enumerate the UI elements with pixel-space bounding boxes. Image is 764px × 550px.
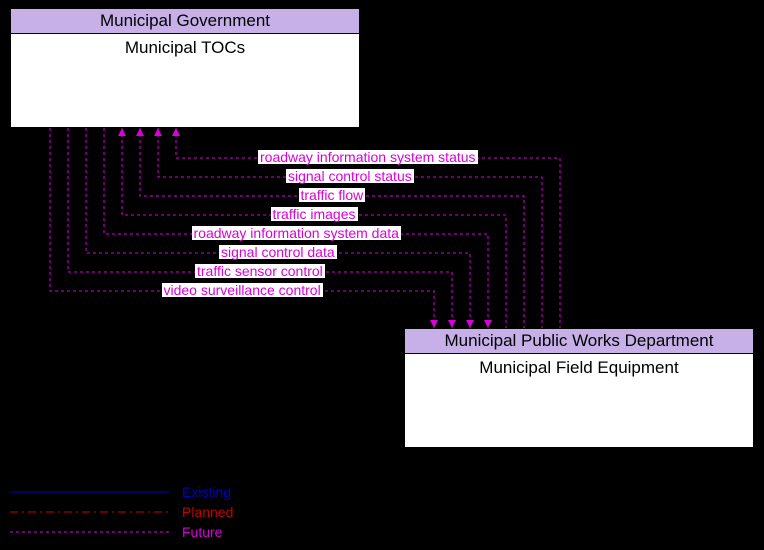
entity-box-bottom-header: Municipal Public Works Department	[405, 329, 753, 354]
flow-label: traffic sensor control	[195, 264, 325, 278]
legend-row-existing: Existing	[10, 482, 233, 502]
legend-row-planned: Planned	[10, 502, 233, 522]
legend-row-future: Future	[10, 522, 233, 542]
legend: Existing Planned Future	[10, 482, 233, 542]
entity-box-top-header: Municipal Government	[11, 9, 359, 34]
flow-label: signal control status	[286, 169, 414, 183]
flow-label: traffic flow	[299, 188, 366, 202]
legend-line-future	[10, 525, 170, 539]
legend-label-existing: Existing	[182, 484, 231, 500]
legend-label-planned: Planned	[182, 504, 233, 520]
entity-box-bottom: Municipal Public Works Department Munici…	[404, 328, 754, 448]
flow-label: roadway information system data	[192, 226, 401, 240]
flow-label: video surveillance control	[162, 283, 323, 297]
entity-box-top: Municipal Government Municipal TOCs	[10, 8, 360, 128]
entity-box-top-title: Municipal TOCs	[11, 34, 359, 62]
legend-line-planned	[10, 505, 170, 519]
legend-line-existing	[10, 485, 170, 499]
entity-box-bottom-title: Municipal Field Equipment	[405, 354, 753, 382]
flow-label: traffic images	[271, 207, 358, 221]
legend-label-future: Future	[182, 524, 222, 540]
flow-label: signal control data	[219, 245, 337, 259]
flow-label: roadway information system status	[258, 150, 478, 164]
